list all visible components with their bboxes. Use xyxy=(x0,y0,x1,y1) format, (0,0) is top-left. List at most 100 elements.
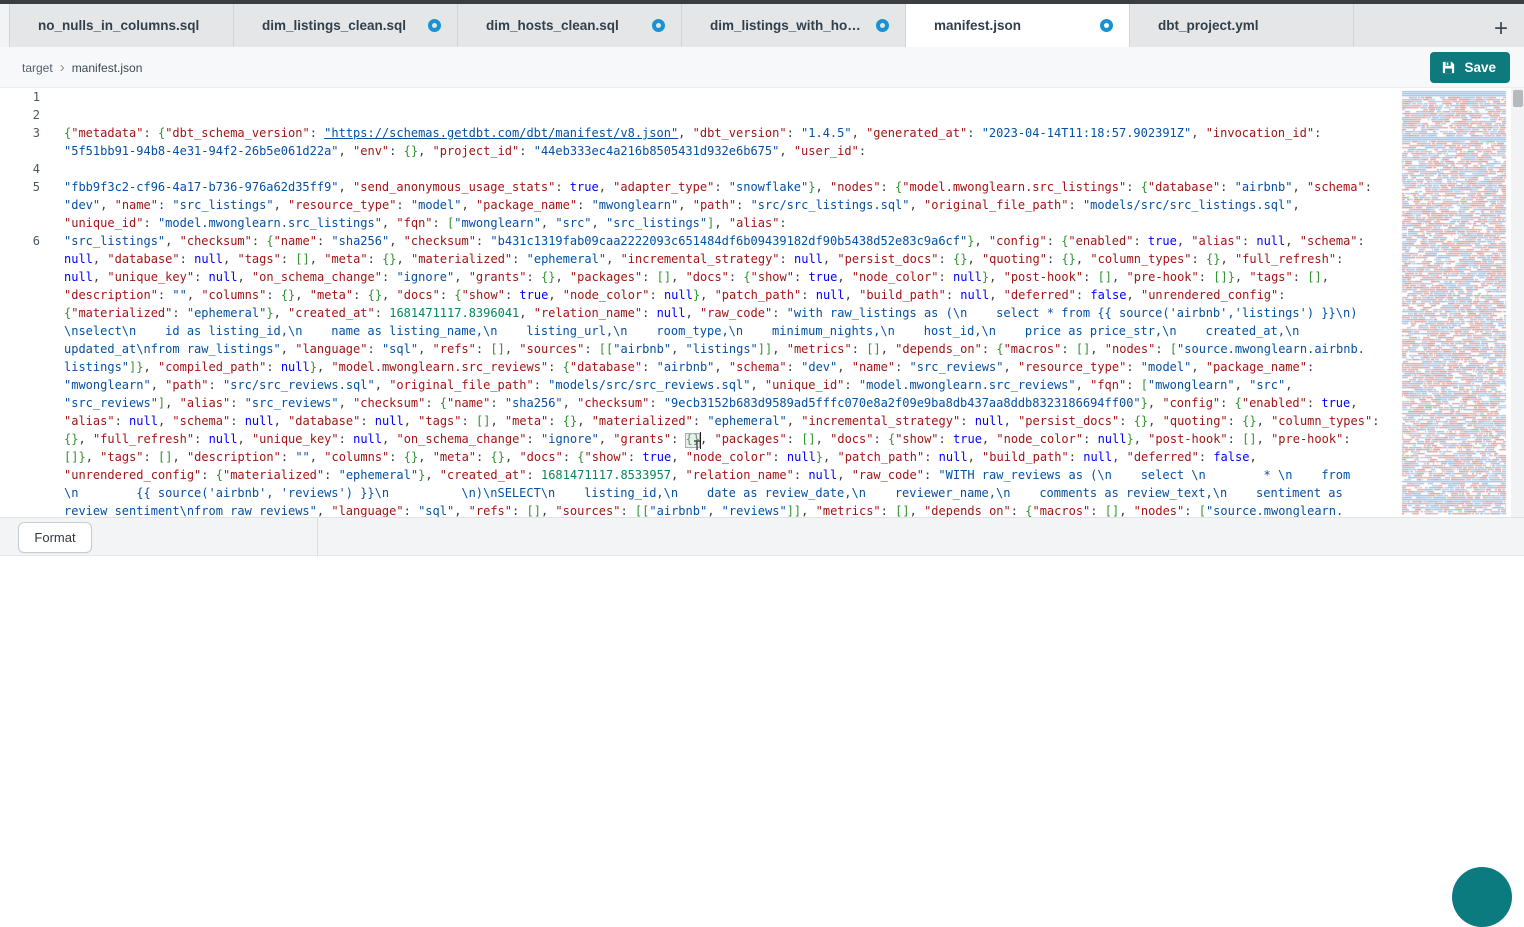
minimap[interactable] xyxy=(1400,90,1510,517)
code-row[interactable]: {}, "full_refresh": null, "unique_key": … xyxy=(0,432,1400,450)
code-row[interactable]: {"materialized": "ephemeral"}, "created_… xyxy=(0,306,1400,324)
code-row[interactable]: []}, "tags": [], "description": "", "col… xyxy=(0,450,1400,468)
code-row[interactable]: "unique_id": "model.mwonglearn.src_listi… xyxy=(0,216,1400,234)
line-number xyxy=(0,486,40,504)
save-button-label: Save xyxy=(1464,60,1496,75)
help-widget-button[interactable] xyxy=(1452,867,1512,927)
code-editor[interactable]: 123{"metadata": {"dbt_schema_version": "… xyxy=(0,88,1400,517)
line-number xyxy=(0,324,40,342)
tab-no-nulls-in-columns-sql[interactable]: no_nulls_in_columns.sql xyxy=(10,4,234,47)
line-number: 6 xyxy=(0,234,40,252)
code-text: "dev", "name": "src_listings", "resource… xyxy=(64,198,1400,216)
line-number xyxy=(0,198,40,216)
ibeam-mouse-cursor xyxy=(692,440,702,450)
code-row[interactable]: \n {{ source('airbnb', 'reviews') }}\n \… xyxy=(0,486,1400,504)
line-number: 2 xyxy=(0,108,40,126)
code-text: {}, "full_refresh": null, "unique_key": … xyxy=(64,432,1400,450)
code-row[interactable]: "5f51bb91-94b8-4e31-94f2-26b5e061d22a", … xyxy=(0,144,1400,162)
breadcrumb: target › manifest.json xyxy=(22,47,142,88)
scrollbar-thumb[interactable] xyxy=(1513,90,1523,107)
tab-bar: no_nulls_in_columns.sql dim_listings_clea… xyxy=(0,4,1524,47)
code-row[interactable]: 6 "src_listings", "checksum": {"name": "s… xyxy=(0,234,1400,252)
code-row[interactable]: "mwonglearn", "path": "src/src_reviews.s… xyxy=(0,378,1400,396)
breadcrumb-filename: manifest.json xyxy=(72,61,143,75)
tab-manifest-json[interactable]: manifest.json xyxy=(906,4,1130,47)
tab-label: manifest.json xyxy=(934,18,1021,33)
unsaved-indicator-icon xyxy=(1100,19,1113,32)
code-text: review_sentiment\nfrom raw_reviews", "la… xyxy=(64,504,1400,517)
code-row[interactable]: null, "unique_key": null, "on_schema_cha… xyxy=(0,270,1400,288)
unsaved-indicator-icon xyxy=(428,19,441,32)
code-text: updated_at\nfrom raw_listings", "languag… xyxy=(64,342,1400,360)
line-number xyxy=(0,450,40,468)
line-number xyxy=(0,144,40,162)
tab-bar-left-spacer xyxy=(0,4,10,47)
code-row[interactable]: 5"fbb9f3c2-cf96-4a17-b736-976a62d35ff9",… xyxy=(0,180,1400,198)
code-row[interactable]: updated_at\nfrom raw_listings", "languag… xyxy=(0,342,1400,360)
line-number: 1 xyxy=(0,90,40,108)
line-number xyxy=(0,378,40,396)
code-text: "src_reviews"], "alias": "src_reviews", … xyxy=(64,396,1400,414)
code-text: []}, "tags": [], "description": "", "col… xyxy=(64,450,1400,468)
line-number xyxy=(0,252,40,270)
tab-label: no_nulls_in_columns.sql xyxy=(38,18,199,33)
code-row[interactable]: "src_reviews"], "alias": "src_reviews", … xyxy=(0,396,1400,414)
line-number xyxy=(0,468,40,486)
unsaved-indicator-icon xyxy=(652,19,665,32)
tab-dim-hosts-clean-sql[interactable]: dim_hosts_clean.sql xyxy=(458,4,682,47)
tab-label: dbt_project.yml xyxy=(1158,18,1259,33)
code-text: "src_listings", "checksum": {"name": "sh… xyxy=(64,234,1400,252)
code-text: null, "database": null, "tags": [], "met… xyxy=(64,252,1400,270)
line-number xyxy=(0,306,40,324)
code-text: {"materialized": "ephemeral"}, "created_… xyxy=(64,306,1400,324)
line-number xyxy=(0,288,40,306)
editor-footer: Format xyxy=(0,517,1524,556)
line-number: 4 xyxy=(0,162,40,180)
scrollbar-track[interactable] xyxy=(1511,88,1524,517)
code-row[interactable]: "description": "", "columns": {}, "meta"… xyxy=(0,288,1400,306)
save-icon xyxy=(1441,60,1456,75)
chevron-right-icon: › xyxy=(60,60,65,75)
footer-divider xyxy=(317,518,318,557)
code-text: listings"]}, "compiled_path": null}, "mo… xyxy=(64,360,1400,378)
code-row[interactable]: 2 xyxy=(0,108,1400,126)
tab-strip: no_nulls_in_columns.sql dim_listings_clea… xyxy=(10,4,1354,47)
code-row[interactable]: null, "database": null, "tags": [], "met… xyxy=(0,252,1400,270)
code-text: "description": "", "columns": {}, "meta"… xyxy=(64,288,1400,306)
line-number xyxy=(0,360,40,378)
line-number xyxy=(0,216,40,234)
tab-dim-listings-clean-sql[interactable]: dim_listings_clean.sql xyxy=(234,4,458,47)
code-text: "unrendered_config": {"materialized": "e… xyxy=(64,468,1400,486)
format-button[interactable]: Format xyxy=(18,522,92,553)
code-text xyxy=(64,90,1400,108)
code-row[interactable]: 3{"metadata": {"dbt_schema_version": "ht… xyxy=(0,126,1400,144)
code-row[interactable]: review_sentiment\nfrom raw_reviews", "la… xyxy=(0,504,1400,517)
breadcrumb-target[interactable]: target xyxy=(22,61,53,75)
tab-dbt-project-yml[interactable]: dbt_project.yml xyxy=(1130,4,1354,47)
line-number xyxy=(0,414,40,432)
tab-label: dim_listings_with_hosts.sql xyxy=(710,18,868,33)
code-text: \nselect\n id as listing_id,\n name as l… xyxy=(64,324,1400,342)
tab-dim-listings-with-hosts-sql[interactable]: dim_listings_with_hosts.sql xyxy=(682,4,906,47)
line-number: 3 xyxy=(0,126,40,144)
new-tab-button[interactable]: + xyxy=(1486,14,1516,44)
code-area: 123{"metadata": {"dbt_schema_version": "… xyxy=(0,90,1400,517)
code-row[interactable]: "alias": null, "schema": null, "database… xyxy=(0,414,1400,432)
line-number xyxy=(0,342,40,360)
code-row[interactable]: \nselect\n id as listing_id,\n name as l… xyxy=(0,324,1400,342)
code-row[interactable]: "dev", "name": "src_listings", "resource… xyxy=(0,198,1400,216)
tab-label: dim_listings_clean.sql xyxy=(262,18,406,33)
code-text xyxy=(64,108,1400,126)
code-text: \n {{ source('airbnb', 'reviews') }}\n \… xyxy=(64,486,1400,504)
code-text xyxy=(64,162,1400,180)
breadcrumb-bar: target › manifest.json Save xyxy=(0,47,1524,88)
code-row[interactable]: listings"]}, "compiled_path": null}, "mo… xyxy=(0,360,1400,378)
code-text: null, "unique_key": null, "on_schema_cha… xyxy=(64,270,1400,288)
code-text: "unique_id": "model.mwonglearn.src_listi… xyxy=(64,216,1400,234)
code-row[interactable]: "unrendered_config": {"materialized": "e… xyxy=(0,468,1400,486)
save-button[interactable]: Save xyxy=(1430,52,1510,83)
line-number xyxy=(0,504,40,517)
code-row[interactable]: 1 xyxy=(0,90,1400,108)
line-number: 5 xyxy=(0,180,40,198)
code-row[interactable]: 4 xyxy=(0,162,1400,180)
